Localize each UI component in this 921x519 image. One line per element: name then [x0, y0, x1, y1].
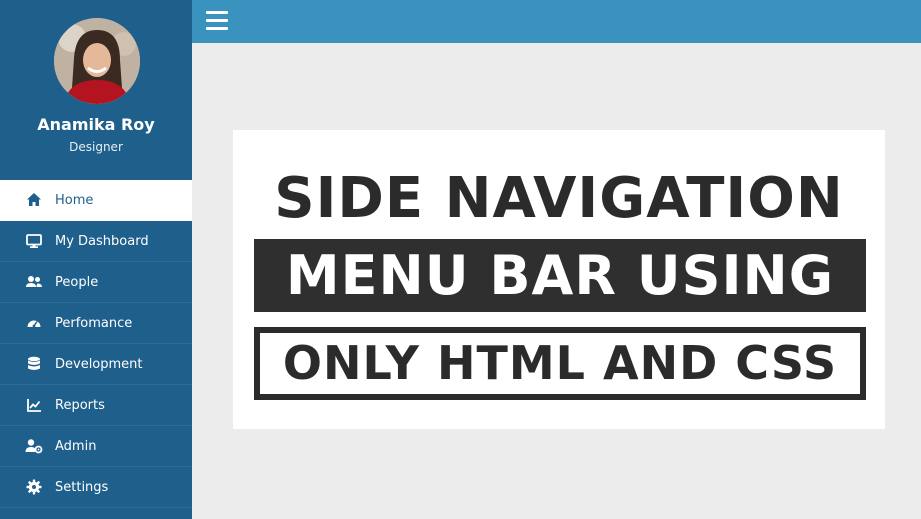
database-icon [25, 355, 43, 373]
line-chart-icon [25, 396, 43, 414]
sidebar-item-label: Settings [55, 479, 109, 495]
sidebar-item-settings[interactable]: Settings [0, 467, 192, 508]
gauge-icon [25, 314, 43, 332]
hamburger-icon[interactable] [206, 11, 228, 31]
users-icon [25, 273, 43, 291]
sidebar-item-label: Home [55, 192, 94, 208]
sidebar-item-label: Admin [55, 438, 97, 454]
sidebar-item-reports[interactable]: Reports [0, 385, 192, 426]
sidebar-item-label: Development [55, 356, 143, 372]
sidebar-item-label: People [55, 274, 99, 290]
profile-section: Anamika Roy Designer [0, 0, 192, 180]
sidebar-item-home[interactable]: Home [0, 180, 192, 221]
main-content: SIDE NAVIGATION MENU BAR USING ONLY HTML… [192, 43, 921, 519]
profile-role: Designer [69, 140, 123, 154]
avatar [54, 18, 140, 104]
monitor-icon [25, 232, 43, 250]
sidebar-nav: Home My Dashboard People Perfomance Deve… [0, 180, 192, 508]
sidebar-item-label: Perfomance [55, 315, 133, 331]
avatar-image [54, 18, 140, 104]
sidebar-item-admin[interactable]: Admin [0, 426, 192, 467]
sidebar-item-development[interactable]: Development [0, 344, 192, 385]
profile-name: Anamika Roy [37, 115, 155, 134]
sidebar-item-my-dashboard[interactable]: My Dashboard [0, 221, 192, 262]
home-icon [25, 191, 43, 209]
sidebar-item-people[interactable]: People [0, 262, 192, 303]
app-window: Anamika Roy Designer Home My Dashboard P… [0, 0, 921, 519]
gear-icon [25, 478, 43, 496]
sidebar-item-performance[interactable]: Perfomance [0, 303, 192, 344]
sidebar-item-label: My Dashboard [55, 233, 149, 249]
sidebar-item-label: Reports [55, 397, 105, 413]
banner-line-1: SIDE NAVIGATION [274, 166, 844, 231]
banner-line-2: MENU BAR USING [254, 239, 866, 312]
topbar [192, 0, 921, 43]
sidebar: Anamika Roy Designer Home My Dashboard P… [0, 0, 192, 519]
title-banner: SIDE NAVIGATION MENU BAR USING ONLY HTML… [233, 130, 885, 429]
banner-line-3: ONLY HTML AND CSS [254, 327, 866, 400]
user-cog-icon [25, 437, 43, 455]
